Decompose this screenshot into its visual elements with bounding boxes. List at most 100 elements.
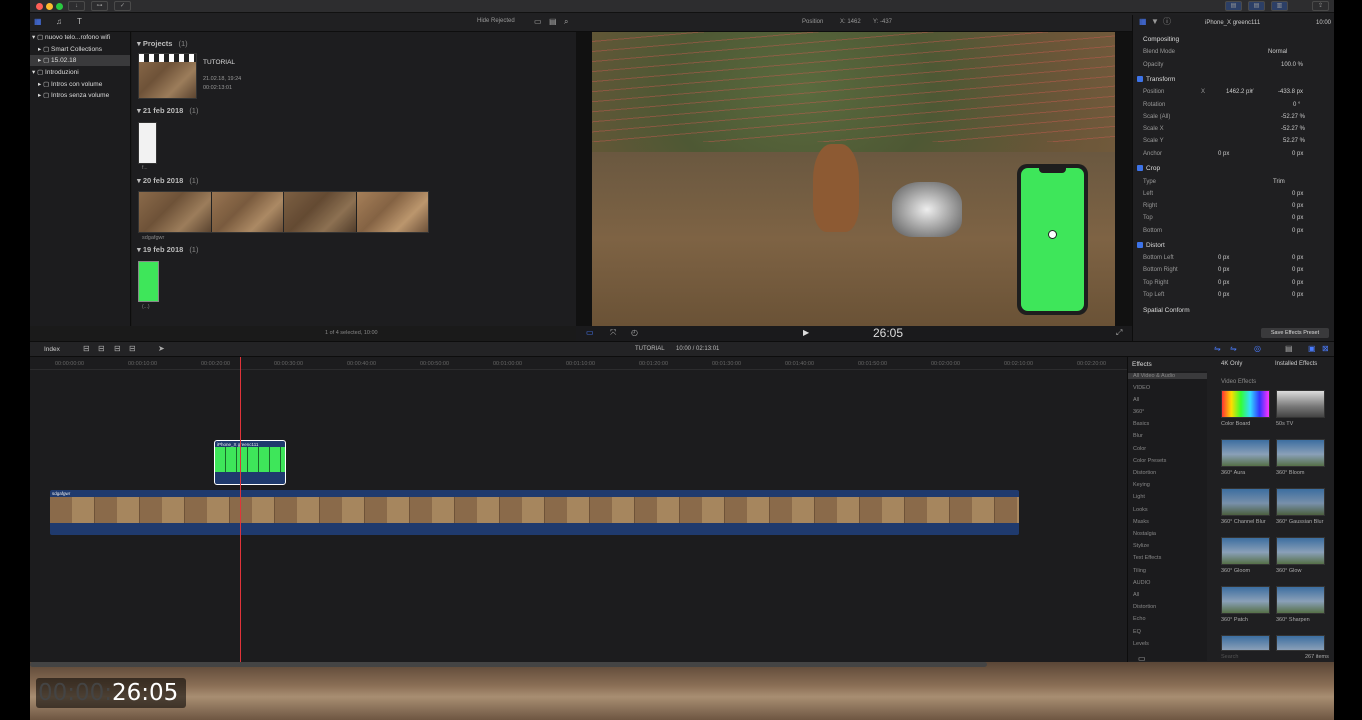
distort-bottom-left-row[interactable]: Bottom Left 0 px 0 px — [1133, 252, 1334, 264]
zoom-window-icon[interactable] — [56, 3, 63, 10]
project-thumbnail[interactable] — [138, 53, 197, 99]
4k-only-filter[interactable]: 4K Only — [1221, 361, 1242, 367]
category-item[interactable]: Distortion — [1133, 604, 1156, 610]
connect-icon[interactable]: ⊟ — [83, 344, 90, 354]
clip-thumbnail[interactable] — [138, 122, 157, 164]
save-effects-preset-button[interactable]: Save Effects Preset — [1261, 328, 1329, 338]
distort-y[interactable]: 0 px — [1292, 264, 1303, 276]
effect-tile[interactable] — [1276, 439, 1325, 467]
distort-top-left-row[interactable]: Top Left 0 px 0 px — [1133, 289, 1334, 301]
connected-clip[interactable]: iPhone_X greenc111 — [214, 440, 286, 485]
distort-y[interactable]: 0 px — [1292, 277, 1303, 289]
distort-x[interactable]: 0 px — [1218, 264, 1229, 276]
effect-tile[interactable] — [1276, 488, 1325, 516]
date-group[interactable]: ▾ 20 feb 2018 (1) — [137, 176, 198, 185]
scale-all-row[interactable]: Scale (All) -52.27 % — [1133, 111, 1334, 123]
effects-browser-icon[interactable]: ▣ — [1308, 344, 1316, 354]
photos-audio-icon[interactable]: ♫ — [56, 17, 62, 27]
primary-clip[interactable]: sdgafgwr — [50, 490, 1019, 535]
view-options-icon[interactable]: ▭ — [586, 328, 594, 338]
category-item[interactable]: Light — [1133, 494, 1145, 500]
scale-y-value[interactable]: 52.27 % — [1283, 135, 1305, 147]
installed-effects-popup[interactable]: Installed Effects — [1275, 361, 1317, 367]
effect-tile[interactable] — [1276, 586, 1325, 614]
crop-top-value[interactable]: 0 px — [1292, 212, 1303, 224]
clip-thumbnail[interactable] — [138, 261, 159, 302]
layout-timeline-icon[interactable]: ▤ — [1248, 1, 1265, 11]
crop-bottom-row[interactable]: Bottom 0 px — [1133, 225, 1334, 237]
crop-type-value[interactable]: Trim — [1273, 176, 1285, 188]
libraries-icon[interactable]: ▦ — [34, 17, 42, 27]
compositing-section[interactable]: Compositing — [1133, 34, 1334, 46]
layout-libraries-icon[interactable]: ▤ — [1225, 1, 1242, 11]
distort-x[interactable]: 0 px — [1218, 252, 1229, 264]
crop-top-row[interactable]: Top 0 px — [1133, 212, 1334, 224]
rotation-row[interactable]: Rotation 0 ° — [1133, 99, 1334, 111]
retime-icon[interactable]: ◴ — [631, 328, 638, 338]
category-item[interactable]: Stylize — [1133, 543, 1149, 549]
minimize-window-icon[interactable] — [46, 3, 53, 10]
position-x[interactable]: 1462.2 px — [1226, 86, 1252, 98]
transitions-browser-icon[interactable]: ⊠ — [1322, 344, 1329, 354]
effect-tile[interactable] — [1276, 635, 1325, 651]
category-item[interactable]: Color — [1133, 446, 1146, 452]
effect-tile[interactable] — [1221, 439, 1270, 467]
transform-tool-icon[interactable]: ⤧ — [610, 328, 616, 338]
overwrite-icon[interactable]: ⊟ — [129, 344, 136, 354]
effect-tile[interactable] — [1221, 586, 1270, 614]
checkbox-icon[interactable] — [1137, 76, 1143, 83]
import-icon[interactable]: ↓ — [68, 1, 85, 11]
skimming-icon[interactable]: ⇋ — [1214, 344, 1221, 354]
category-item[interactable]: Color Presets — [1133, 458, 1166, 464]
category-item[interactable]: All Video & Audio — [1128, 373, 1207, 379]
timeline-area[interactable]: iPhone_X greenc111 sdgafgwr — [30, 357, 1127, 662]
library-item[interactable]: ▾ ▢ Introduzioni — [32, 67, 79, 78]
opacity-row[interactable]: Opacity 100.0 % — [1133, 59, 1334, 71]
effect-tile[interactable] — [1276, 537, 1325, 565]
color-inspector-icon[interactable]: ▼ — [1151, 17, 1159, 27]
distort-y[interactable]: 0 px — [1292, 289, 1303, 301]
projects-group[interactable]: ▾ Projects (1) — [137, 39, 188, 48]
distort-section[interactable]: Distort — [1133, 240, 1334, 252]
effects-search-field[interactable]: Search — [1221, 654, 1238, 660]
category-item[interactable]: Echo — [1133, 616, 1146, 622]
spatial-conform-section[interactable]: Spatial Conform — [1133, 305, 1334, 317]
category-item[interactable]: Basics — [1133, 421, 1149, 427]
category-item[interactable]: EQ — [1133, 629, 1141, 635]
category-item[interactable]: Nostalgia — [1133, 531, 1156, 537]
date-group[interactable]: ▾ 19 feb 2018 (1) — [137, 245, 198, 254]
clip-appearance-icon[interactable]: ▤ — [1285, 344, 1293, 354]
distort-x[interactable]: 0 px — [1218, 277, 1229, 289]
search-icon[interactable]: ⌕ — [564, 17, 568, 27]
background-tasks-icon[interactable]: ✓ — [114, 1, 131, 11]
info-inspector-icon[interactable]: ⓘ — [1163, 17, 1171, 27]
index-button[interactable]: Index — [44, 346, 60, 353]
library-item[interactable]: ▾ ▢ nuovo telo...rofono wifi — [32, 32, 110, 43]
checkbox-icon[interactable] — [1137, 165, 1143, 172]
timeline-ruler[interactable]: 00:00:00:00 00:00:10:00 00:00:20:00 00:0… — [30, 357, 1127, 370]
distort-y[interactable]: 0 px — [1292, 252, 1303, 264]
category-item[interactable]: All — [1133, 397, 1139, 403]
library-item[interactable]: ▸ ▢ Intros senza volume — [38, 90, 109, 101]
distort-top-right-row[interactable]: Top Right 0 px 0 px — [1133, 277, 1334, 289]
solo-icon[interactable]: ◎ — [1254, 344, 1261, 354]
category-item[interactable]: Text Effects — [1133, 555, 1161, 561]
effect-tile[interactable] — [1276, 390, 1325, 418]
category-item[interactable]: Masks — [1133, 519, 1149, 525]
titles-generators-icon[interactable]: T — [77, 17, 82, 27]
audio-skimming-icon[interactable]: ⇋ — [1230, 344, 1237, 354]
insert-icon[interactable]: ⊟ — [98, 344, 105, 354]
video-inspector-icon[interactable]: ▦ — [1139, 17, 1147, 27]
category-item[interactable]: Tiling — [1133, 568, 1146, 574]
video-frame[interactable] — [592, 32, 1115, 326]
crop-left-value[interactable]: 0 px — [1292, 188, 1303, 200]
crop-section[interactable]: Crop — [1133, 163, 1334, 175]
category-item[interactable]: All — [1133, 592, 1139, 598]
fullscreen-icon[interactable]: ⤢ — [1116, 328, 1122, 338]
effect-tile[interactable] — [1221, 635, 1270, 651]
scale-x-row[interactable]: Scale X -52.27 % — [1133, 123, 1334, 135]
keywords-icon[interactable]: ⊶ — [91, 1, 108, 11]
library-item[interactable]: ▸ ▢ Smart Collections — [38, 44, 102, 55]
library-item[interactable]: ▸ ▢ Intros con volume — [38, 79, 102, 90]
crop-right-row[interactable]: Right 0 px — [1133, 200, 1334, 212]
